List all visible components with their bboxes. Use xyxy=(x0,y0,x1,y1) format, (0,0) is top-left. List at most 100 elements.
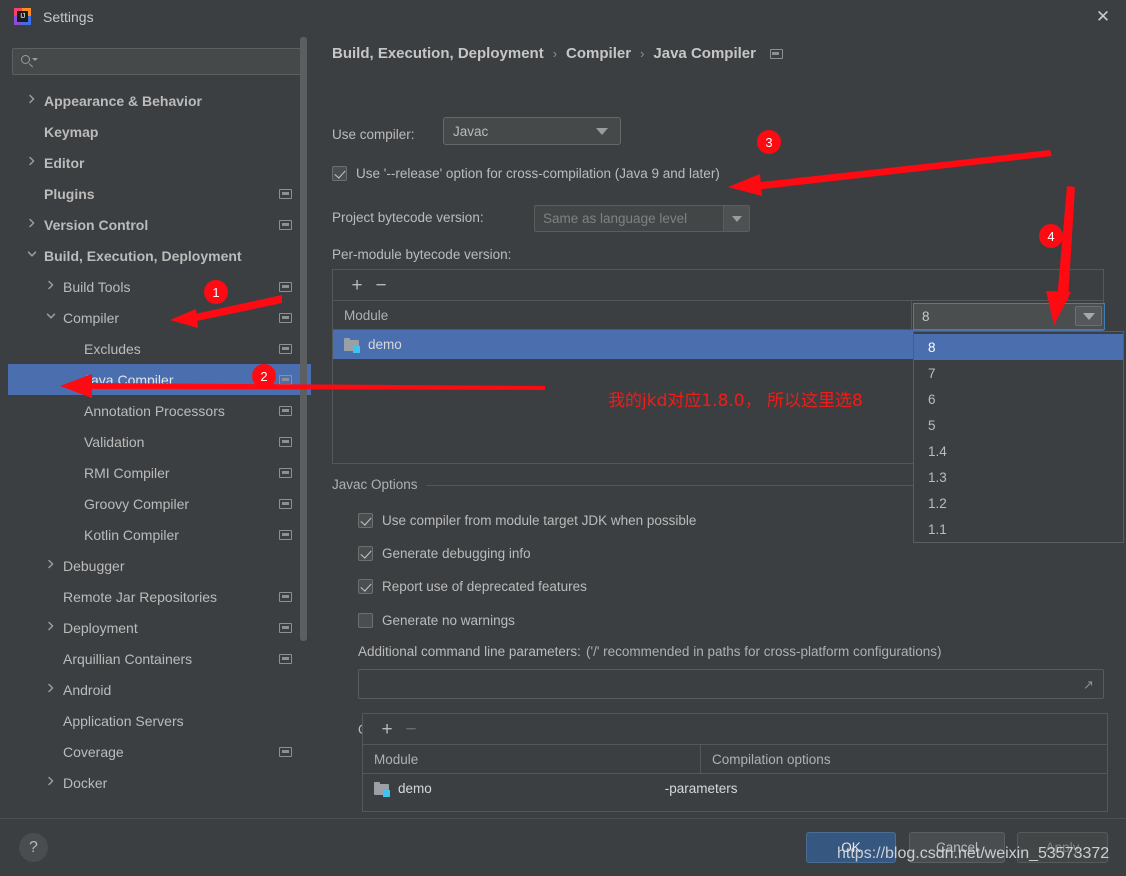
sidebar-item-kotlin-compiler[interactable]: Kotlin Compiler xyxy=(8,519,311,550)
search-input[interactable] xyxy=(36,53,301,70)
chevron-down-icon[interactable] xyxy=(46,311,60,325)
column-header-module[interactable]: Module xyxy=(363,745,700,773)
project-bytecode-dropdown[interactable]: Same as language level xyxy=(534,205,750,232)
breadcrumb-item-1[interactable]: Build, Execution, Deployment xyxy=(332,45,544,62)
chevron-down-icon xyxy=(596,128,608,135)
sidebar-item-android[interactable]: Android xyxy=(8,674,311,705)
use-compiler-dropdown[interactable]: Javac xyxy=(443,117,621,145)
sidebar-item-application-servers[interactable]: Application Servers xyxy=(8,705,311,736)
chevron-right-icon[interactable] xyxy=(46,559,60,573)
sidebar-item-debugger[interactable]: Debugger xyxy=(8,550,311,581)
sidebar-item-validation[interactable]: Validation xyxy=(8,426,311,457)
per-module-table-toolbar: + − xyxy=(333,270,1103,301)
sidebar-item-label: Build, Execution, Deployment xyxy=(44,247,242,264)
sidebar-item-annotation-processors[interactable]: Annotation Processors xyxy=(8,395,311,426)
chevron-right-icon[interactable] xyxy=(46,621,60,635)
sidebar-scrollbar[interactable] xyxy=(300,37,307,727)
sidebar-item-keymap[interactable]: Keymap xyxy=(8,116,311,147)
column-header-module[interactable]: Module xyxy=(333,301,911,329)
column-header-compilation-options[interactable]: Compilation options xyxy=(700,745,1107,773)
add-override-button[interactable]: + xyxy=(375,717,399,741)
version-option-8[interactable]: 8 xyxy=(914,334,1123,360)
sidebar-item-arquillian-containers[interactable]: Arquillian Containers xyxy=(8,643,311,674)
chevron-right-icon[interactable] xyxy=(46,280,60,294)
sidebar-item-java-compiler[interactable]: Java Compiler xyxy=(8,364,311,395)
sidebar-item-plugins[interactable]: Plugins xyxy=(8,178,311,209)
table-row[interactable]: demo -parameters xyxy=(363,774,1107,803)
javac-option-row-no-warnings[interactable]: Generate no warnings xyxy=(358,613,515,628)
sidebar-scrollbar-thumb[interactable] xyxy=(300,37,307,641)
chevron-right-icon[interactable] xyxy=(27,218,41,232)
version-option-7[interactable]: 7 xyxy=(914,360,1123,386)
sidebar-item-label: Arquillian Containers xyxy=(63,650,193,667)
version-option-1-4[interactable]: 1.4 xyxy=(914,438,1123,464)
sidebar-item-appearance-behavior[interactable]: Appearance & Behavior xyxy=(8,85,311,116)
release-option-checkbox[interactable] xyxy=(332,166,347,181)
generate-no-warnings-checkbox[interactable] xyxy=(358,613,373,628)
breadcrumb-item-2[interactable]: Compiler xyxy=(566,45,631,62)
search-box[interactable] xyxy=(12,48,302,75)
help-button[interactable]: ? xyxy=(19,833,48,862)
expand-icon[interactable]: ↗ xyxy=(1083,678,1096,691)
chevron-down-icon[interactable] xyxy=(723,206,749,231)
sidebar-item-compiler[interactable]: Compiler xyxy=(8,302,311,333)
chevron-right-icon[interactable] xyxy=(46,683,60,697)
sidebar-item-label: Build Tools xyxy=(63,278,131,295)
module-name: demo xyxy=(368,337,402,352)
sidebar-item-label: Coverage xyxy=(63,743,124,760)
javac-option-row-deprecated[interactable]: Report use of deprecated features xyxy=(358,579,587,594)
version-option-1-1[interactable]: 1.1 xyxy=(914,516,1123,542)
javac-option-row-compiler-jdk[interactable]: Use compiler from module target JDK when… xyxy=(358,513,696,528)
project-scope-icon xyxy=(279,374,292,385)
settings-sidebar: Appearance & Behavior Keymap Editor Plugins… xyxy=(8,33,311,818)
release-option-row[interactable]: Use '--release' option for cross-compila… xyxy=(332,166,720,181)
compilation-options-value: -parameters xyxy=(664,781,738,796)
sidebar-item-build-execution-deployment[interactable]: Build, Execution, Deployment xyxy=(8,240,311,271)
chevron-down-icon[interactable] xyxy=(1075,306,1102,326)
javac-options-title: Javac Options xyxy=(332,477,426,492)
version-option-1-3[interactable]: 1.3 xyxy=(914,464,1123,490)
window-title: Settings xyxy=(43,8,94,25)
target-bytecode-combo[interactable]: 8 xyxy=(913,303,1105,330)
sidebar-item-editor[interactable]: Editor xyxy=(8,147,311,178)
version-option-1-2[interactable]: 1.2 xyxy=(914,490,1123,516)
version-option-5[interactable]: 5 xyxy=(914,412,1123,438)
sidebar-item-docker[interactable]: Docker xyxy=(8,767,311,798)
project-scope-icon xyxy=(279,312,292,323)
close-icon[interactable]: ✕ xyxy=(1080,0,1126,33)
target-bytecode-dropdown-list[interactable]: 8 7 6 5 1.4 1.3 1.2 1.1 xyxy=(913,331,1124,543)
sidebar-item-version-control[interactable]: Version Control xyxy=(8,209,311,240)
sidebar-item-label: Appearance & Behavior xyxy=(44,92,202,109)
sidebar-item-groovy-compiler[interactable]: Groovy Compiler xyxy=(8,488,311,519)
sidebar-item-rmi-compiler[interactable]: RMI Compiler xyxy=(8,457,311,488)
generate-debugging-info-checkbox[interactable] xyxy=(358,546,373,561)
sidebar-item-label: Plugins xyxy=(44,185,95,202)
release-option-label: Use '--release' option for cross-compila… xyxy=(356,166,720,181)
add-module-button[interactable]: + xyxy=(345,273,369,297)
report-deprecated-label: Report use of deprecated features xyxy=(382,579,587,594)
sidebar-item-remote-jar-repositories[interactable]: Remote Jar Repositories xyxy=(8,581,311,612)
project-scope-icon xyxy=(279,529,292,540)
sidebar-item-build-tools[interactable]: Build Tools xyxy=(8,271,311,302)
sidebar-item-deployment[interactable]: Deployment xyxy=(8,612,311,643)
version-option-6[interactable]: 6 xyxy=(914,386,1123,412)
sidebar-item-coverage[interactable]: Coverage xyxy=(8,736,311,767)
chevron-right-icon[interactable] xyxy=(46,776,60,790)
remove-module-button[interactable]: − xyxy=(369,273,393,297)
remove-override-button[interactable]: − xyxy=(399,717,423,741)
report-deprecated-checkbox[interactable] xyxy=(358,579,373,594)
chevron-right-icon[interactable] xyxy=(27,156,41,170)
target-bytecode-value: 8 xyxy=(922,309,930,324)
breadcrumb-separator: › xyxy=(552,46,558,61)
use-module-target-jdk-checkbox[interactable] xyxy=(358,513,373,528)
settings-tree[interactable]: Appearance & Behavior Keymap Editor Plugins… xyxy=(8,85,311,815)
chevron-down-icon[interactable] xyxy=(27,249,41,263)
javac-option-row-debug-info[interactable]: Generate debugging info xyxy=(358,546,531,561)
chevron-right-icon[interactable] xyxy=(27,94,41,108)
sidebar-item-excludes[interactable]: Excludes xyxy=(8,333,311,364)
additional-params-input[interactable]: ↗ xyxy=(358,669,1104,699)
project-scope-icon xyxy=(279,653,292,664)
generate-debugging-info-label: Generate debugging info xyxy=(382,546,531,561)
sidebar-item-label: Annotation Processors xyxy=(84,402,225,419)
breadcrumb-item-3[interactable]: Java Compiler xyxy=(653,45,756,62)
